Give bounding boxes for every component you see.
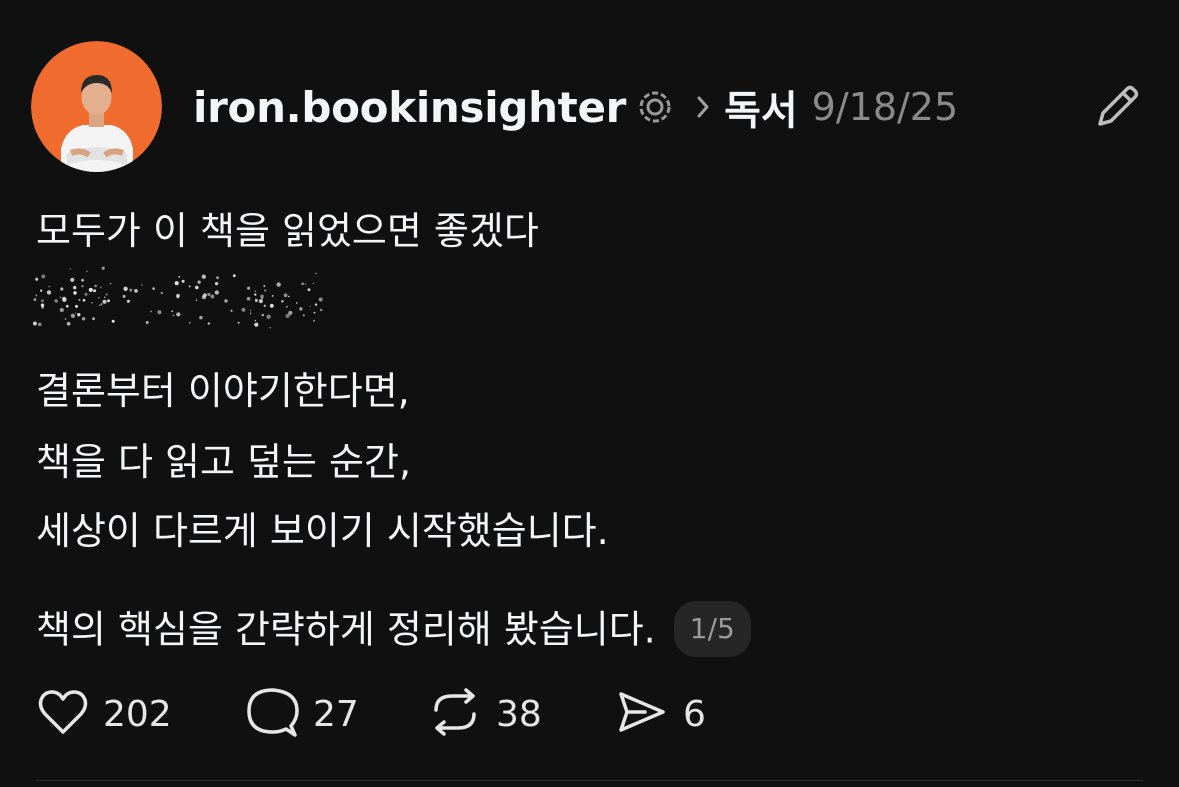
post-body-line: 세상이 다르게 보이기 시작했습니다. xyxy=(36,509,609,553)
edit-icon[interactable] xyxy=(1094,82,1142,134)
comment-count: 27 xyxy=(313,693,359,735)
post-header: iron.bookinsighter 독서 9/18/25 xyxy=(193,78,958,136)
post-title-line: 모두가 이 책을 읽었으면 좋겠다 xyxy=(36,209,539,253)
heart-icon xyxy=(37,688,89,740)
spoiler-hidden-text[interactable] xyxy=(32,262,332,346)
repost-count: 38 xyxy=(496,693,542,735)
post-body-text: 책의 핵심을 간략하게 정리해 봤습니다. xyxy=(36,607,656,652)
divider xyxy=(36,780,1143,781)
username[interactable]: iron.bookinsighter xyxy=(193,83,626,132)
topic-tag[interactable]: 독서 xyxy=(724,78,798,136)
post-body-line: 결론부터 이야기한다면, xyxy=(36,369,410,413)
avatar[interactable] xyxy=(31,41,162,172)
post-body-line: 책의 핵심을 간략하게 정리해 봤습니다. 1/5 xyxy=(36,601,751,660)
comment-button[interactable]: 27 xyxy=(245,688,359,740)
repost-button[interactable]: 38 xyxy=(428,688,542,740)
share-count: 6 xyxy=(683,693,706,735)
repost-icon xyxy=(428,686,482,742)
like-button[interactable]: 202 xyxy=(37,688,172,740)
share-icon xyxy=(615,688,669,740)
verified-icon xyxy=(638,90,672,124)
like-count: 202 xyxy=(103,693,172,735)
timestamp: 9/18/25 xyxy=(811,85,959,129)
chevron-right-icon xyxy=(696,95,710,119)
share-button[interactable]: 6 xyxy=(615,688,706,740)
post-body-line: 책을 다 읽고 덮는 순간, xyxy=(36,440,412,484)
page-indicator-badge[interactable]: 1/5 xyxy=(673,601,751,657)
comment-icon xyxy=(245,686,299,742)
